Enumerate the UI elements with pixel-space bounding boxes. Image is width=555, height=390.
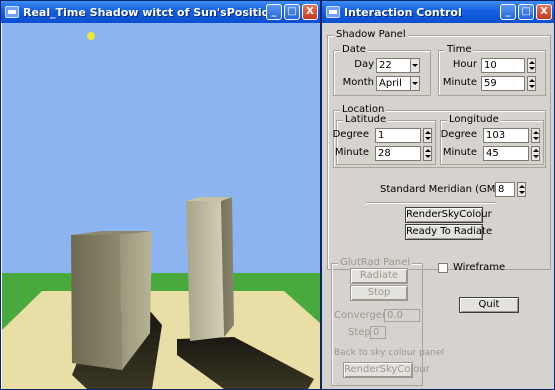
longitude-group-label: Longitude bbox=[447, 114, 501, 125]
latitude-group: Latitude Degree Minute bbox=[332, 114, 436, 165]
quit-button[interactable]: Quit bbox=[459, 297, 519, 313]
longitude-group: Longitude Degree Minute bbox=[440, 114, 544, 165]
hour-spinner[interactable] bbox=[481, 58, 536, 73]
control-titlebar[interactable]: Interaction Control _ □ X bbox=[322, 1, 554, 23]
sky bbox=[2, 23, 320, 273]
longitude-minute-label: Minute bbox=[442, 147, 477, 158]
month-dropdown-icon[interactable] bbox=[410, 77, 419, 90]
longitude-minute-input[interactable] bbox=[483, 146, 529, 161]
latitude-minute-label: Minute bbox=[334, 147, 369, 158]
day-select[interactable]: 22 bbox=[376, 58, 420, 73]
building-a-front bbox=[71, 235, 122, 370]
scene-titlebar[interactable]: Real_Time Shadow witct of Sun'sPosition … bbox=[1, 1, 320, 23]
longitude-degree-label: Degree bbox=[440, 129, 477, 140]
shadow-scene-viewport[interactable] bbox=[2, 23, 320, 389]
maximize-button[interactable]: □ bbox=[518, 4, 534, 20]
interaction-control-window: Interaction Control _ □ X Shadow Panel D… bbox=[321, 0, 555, 390]
longitude-minute-spin-arrows-icon[interactable] bbox=[531, 146, 540, 161]
latitude-minute-spinner[interactable] bbox=[375, 146, 432, 161]
close-button[interactable]: X bbox=[536, 4, 552, 20]
shadow-panel-label: Shadow Panel bbox=[334, 29, 408, 40]
longitude-degree-spin-arrows-icon[interactable] bbox=[531, 128, 540, 143]
step-field[interactable]: 0 bbox=[370, 326, 386, 339]
meridian-spin-arrows-icon[interactable] bbox=[517, 182, 526, 197]
location-group: Location Latitude Degree Minute Lon bbox=[332, 104, 546, 168]
latitude-degree-spin-arrows-icon[interactable] bbox=[423, 128, 432, 143]
ready-to-radiate-button[interactable]: Ready To Radiate bbox=[405, 224, 492, 240]
latitude-minute-input[interactable] bbox=[375, 146, 421, 161]
glutrad-panel: GlutRad Panel Radiate Stop Convergence 0… bbox=[331, 257, 444, 386]
wireframe-label: Wireframe bbox=[453, 262, 506, 273]
render-sky-colour-button[interactable]: RenderSkyColour bbox=[405, 207, 492, 223]
stop-button[interactable]: Stop bbox=[350, 285, 408, 301]
minute-spinner[interactable] bbox=[481, 76, 536, 91]
day-dropdown-icon[interactable] bbox=[410, 59, 419, 72]
minute-label: Minute bbox=[442, 77, 477, 88]
latitude-degree-input[interactable] bbox=[375, 128, 421, 143]
latitude-minute-spin-arrows-icon[interactable] bbox=[423, 146, 432, 161]
date-group: Date Day 22 Month April bbox=[333, 44, 431, 96]
control-window-title: Interaction Control bbox=[344, 5, 462, 19]
minimize-button[interactable]: _ bbox=[500, 4, 516, 20]
latitude-group-label: Latitude bbox=[343, 114, 389, 125]
app-icon bbox=[326, 6, 340, 18]
step-label-text: Step bbox=[348, 327, 371, 338]
wireframe-checkbox[interactable] bbox=[438, 263, 448, 273]
month-value: April bbox=[379, 78, 402, 89]
convergence-field[interactable]: 0.0 bbox=[384, 309, 420, 322]
scene-window: Real_Time Shadow witct of Sun'sPosition … bbox=[0, 0, 321, 390]
time-group-label: Time bbox=[445, 44, 474, 55]
close-button[interactable]: X bbox=[302, 4, 318, 20]
time-group: Time Hour Minute bbox=[438, 44, 546, 96]
meridian-input[interactable] bbox=[495, 182, 515, 197]
longitude-minute-spinner[interactable] bbox=[483, 146, 540, 161]
app-icon bbox=[5, 6, 19, 18]
glutrad-panel-label: GlutRad Panel bbox=[338, 257, 413, 268]
meridian-label: Standard Meridian (GMT) bbox=[380, 184, 506, 195]
hour-label: Hour bbox=[452, 59, 477, 70]
shadow-panel: Shadow Panel Date Day 22 Month April Tim… bbox=[327, 29, 551, 270]
latitude-degree-spinner[interactable] bbox=[375, 128, 432, 143]
panel-divider bbox=[366, 202, 496, 204]
month-label: Month bbox=[342, 77, 374, 88]
glutrad-render-sky-colour-button[interactable]: RenderSkyColour bbox=[343, 362, 430, 378]
longitude-degree-spinner[interactable] bbox=[483, 128, 540, 143]
radiate-button[interactable]: Radiate bbox=[350, 268, 408, 284]
longitude-degree-input[interactable] bbox=[483, 128, 529, 143]
month-select[interactable]: April bbox=[376, 76, 420, 91]
sun-icon bbox=[87, 32, 95, 40]
minimize-button[interactable]: _ bbox=[266, 4, 282, 20]
hour-input[interactable] bbox=[481, 58, 525, 73]
back-to-sky-label: Back to sky colour panel bbox=[334, 348, 445, 358]
control-body: Shadow Panel Date Day 22 Month April Tim… bbox=[322, 23, 554, 389]
minute-spin-arrows-icon[interactable] bbox=[527, 76, 536, 91]
building-b-front bbox=[186, 201, 224, 341]
date-group-label: Date bbox=[340, 44, 368, 55]
hour-spin-arrows-icon[interactable] bbox=[527, 58, 536, 73]
meridian-spinner[interactable] bbox=[495, 182, 526, 197]
scene-window-title: Real_Time Shadow witct of Sun'sPosition bbox=[23, 5, 266, 19]
maximize-button[interactable]: □ bbox=[284, 4, 300, 20]
latitude-degree-label: Degree bbox=[332, 129, 369, 140]
day-value: 22 bbox=[379, 60, 392, 71]
minute-input[interactable] bbox=[481, 76, 525, 91]
day-label: Day bbox=[354, 59, 374, 70]
